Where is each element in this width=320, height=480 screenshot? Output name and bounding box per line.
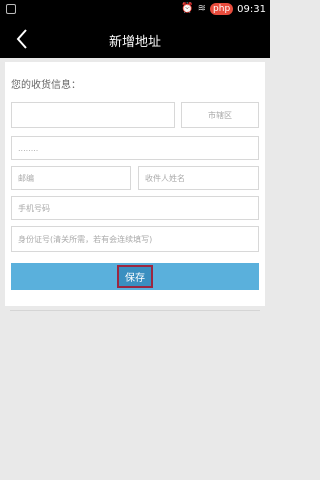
save-button[interactable]: 保存 xyxy=(11,263,259,290)
postcode-field[interactable]: 邮编 xyxy=(11,166,131,190)
nav-bar: 新增地址 xyxy=(0,20,270,58)
wifi-icon: ≋ xyxy=(197,3,207,14)
notification-icon xyxy=(6,4,16,14)
phone-field[interactable]: 手机号码 xyxy=(11,196,259,220)
receiver-name-field[interactable]: 收件人姓名 xyxy=(138,166,259,190)
district-select[interactable]: 市辖区 xyxy=(181,102,259,128)
status-bar: ⏰ ≋ php 09:31 xyxy=(0,0,270,20)
alarm-icon: ⏰ xyxy=(181,3,194,14)
region-field[interactable] xyxy=(11,102,175,128)
save-button-label: 保存 xyxy=(117,265,153,288)
id-number-field[interactable]: 身份证号(清关所需，若有会连续填写) xyxy=(11,226,259,252)
status-icons: ⏰ ≋ php 09:31 xyxy=(181,3,266,15)
address-detail-field[interactable]: ........ xyxy=(11,136,259,160)
address-form: 您的收货信息： 市辖区 ........ 邮编 收件人姓名 手机号码 身份证号(… xyxy=(5,62,265,306)
section-label: 您的收货信息： xyxy=(11,80,81,91)
page-title: 新增地址 xyxy=(108,35,161,50)
status-time: 09:31 xyxy=(237,3,266,15)
php-badge: php xyxy=(210,3,234,15)
divider xyxy=(10,310,260,311)
